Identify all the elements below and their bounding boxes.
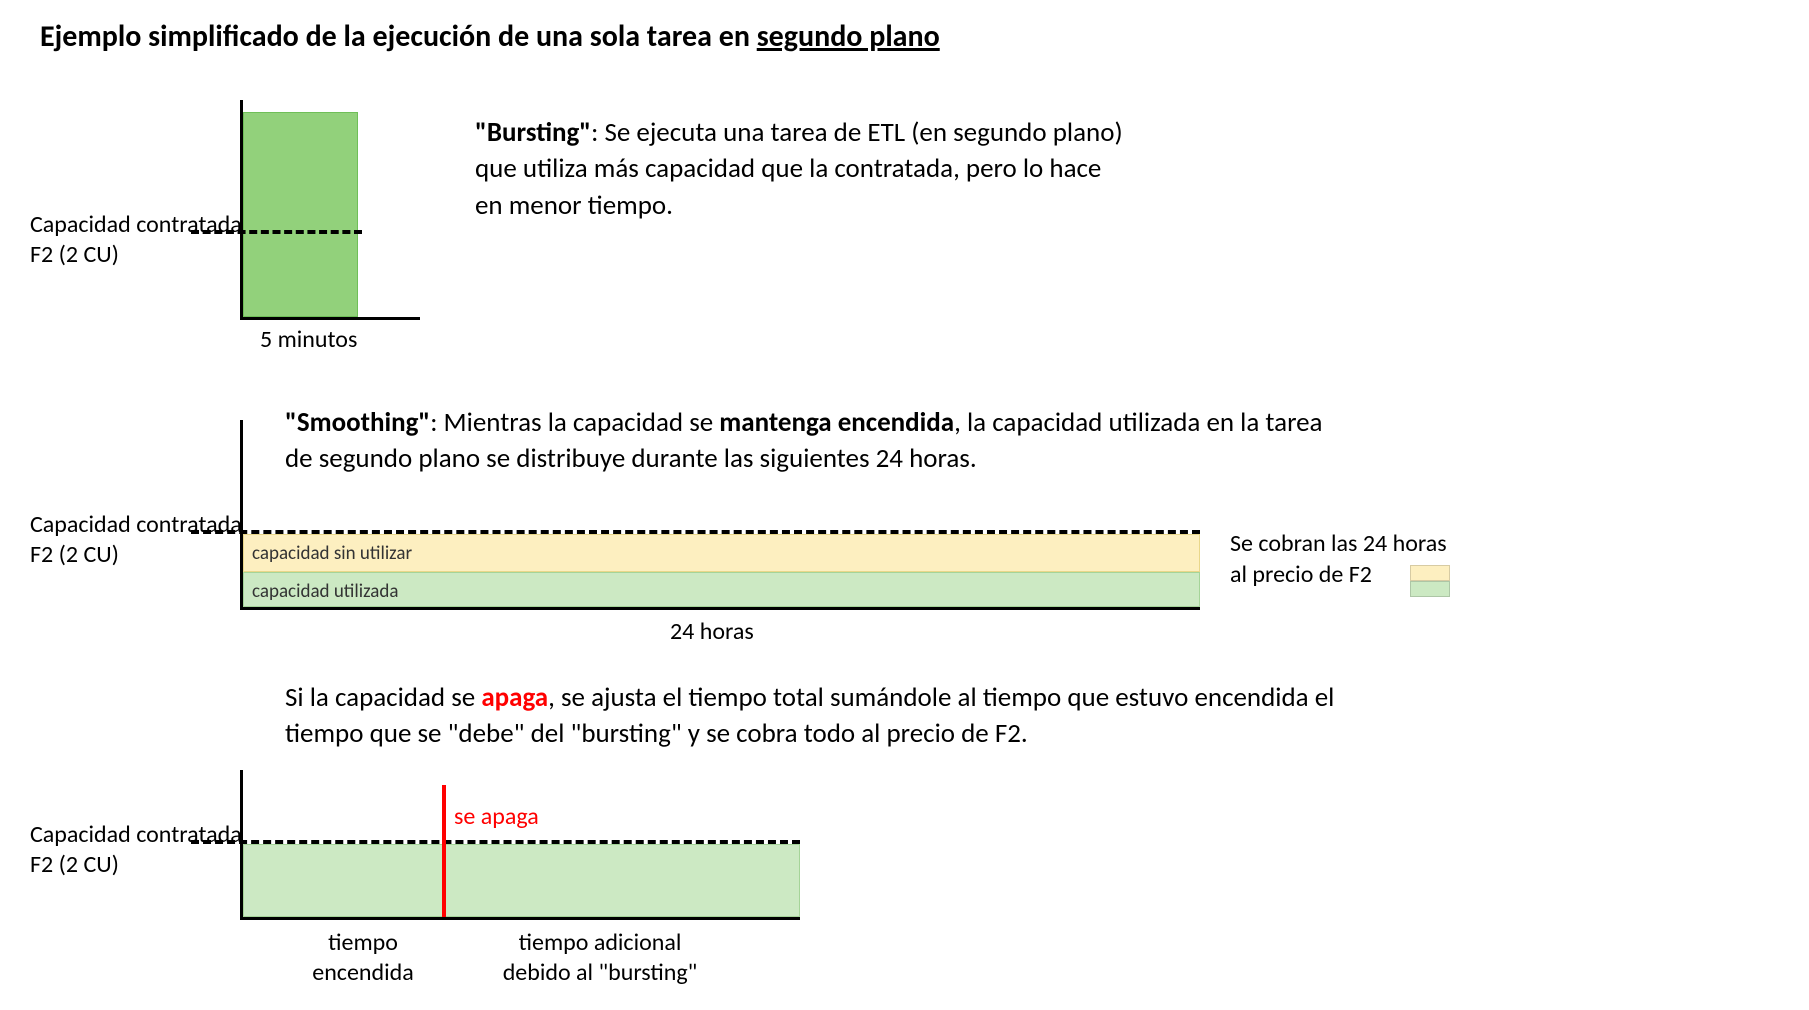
- chart2-swatches: [1410, 565, 1450, 597]
- xlabel-left-1: tiempo: [328, 928, 398, 957]
- xlabel-right-1: tiempo adicional: [519, 928, 682, 957]
- swatch-used: [1410, 581, 1450, 597]
- shutdown-line: [442, 785, 446, 920]
- chart1-y-label: Capacidad contratada F2 (2 CU): [30, 210, 242, 270]
- note-line2: al precio de F2: [1230, 560, 1372, 589]
- swatch-unused: [1410, 565, 1450, 581]
- shutdown-label: se apaga: [454, 802, 539, 831]
- capacity-threshold-line: [191, 530, 1200, 534]
- x-axis: [240, 607, 1200, 610]
- ylabel-line1: Capacidad contratada: [30, 820, 242, 849]
- note-line1: Se cobran las 24 horas: [1230, 529, 1447, 558]
- chart2-y-label: Capacidad contratada F2 (2 CU): [30, 510, 242, 570]
- chart3-x-label-right: tiempo adicional debido al "bursting": [460, 928, 740, 988]
- ylabel-line2: F2 (2 CU): [30, 240, 119, 269]
- x-axis: [240, 917, 800, 920]
- apaga-bar: [243, 844, 800, 917]
- chart3-x-label-left: tiempo encendida: [288, 928, 438, 988]
- title-prefix: Ejemplo simplificado de la ejecución de …: [40, 18, 757, 55]
- used-capacity-label: capacidad utilizada: [252, 580, 398, 603]
- ylabel-line1: Capacidad contratada: [30, 510, 242, 539]
- bursting-concept: "Bursting": [475, 116, 591, 149]
- chart3-y-label: Capacidad contratada F2 (2 CU): [30, 820, 242, 880]
- ylabel-line2: F2 (2 CU): [30, 540, 119, 569]
- ylabel-line1: Capacidad contratada: [30, 210, 242, 239]
- chart3-description: Si la capacidad se apaga, se ajusta el t…: [285, 680, 1355, 753]
- page-title: Ejemplo simplificado de la ejecución de …: [40, 18, 940, 55]
- unused-capacity-label: capacidad sin utilizar: [252, 542, 412, 565]
- chart-bursting: [240, 100, 420, 320]
- ylabel-line2: F2 (2 CU): [30, 850, 119, 879]
- chart-smoothing: capacidad sin utilizar capacidad utiliza…: [240, 420, 1200, 610]
- xlabel-right-2: debido al "bursting": [503, 958, 698, 987]
- xlabel-left-2: encendida: [312, 958, 413, 987]
- capacity-threshold-line: [191, 840, 800, 844]
- bursting-bar: [243, 112, 358, 317]
- apaga-word: apaga: [481, 681, 548, 714]
- apaga-desc-pre: Si la capacidad se: [285, 681, 481, 714]
- chart-apaga: se apaga: [240, 770, 800, 920]
- chart1-x-label: 5 minutos: [260, 325, 357, 354]
- chart1-description: "Bursting": Se ejecuta una tarea de ETL …: [475, 115, 1135, 224]
- chart2-x-label: 24 horas: [670, 617, 754, 646]
- x-axis: [240, 317, 420, 320]
- title-underline: segundo plano: [757, 18, 940, 55]
